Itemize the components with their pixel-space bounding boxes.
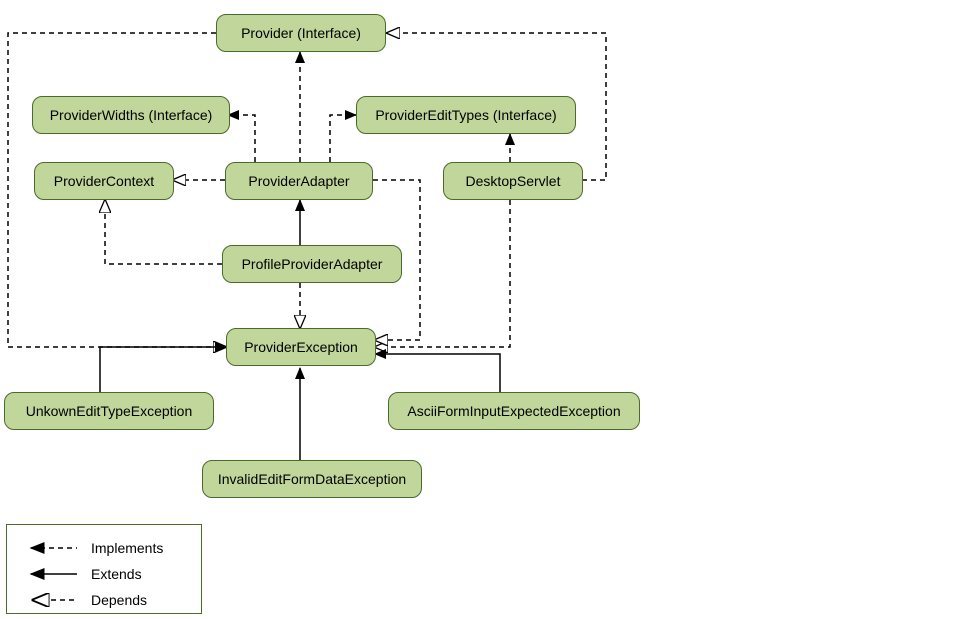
- node-label: UnkownEditTypeException: [26, 403, 193, 419]
- node-provider-edit-types: ProviderEditTypes (Interface): [356, 96, 576, 134]
- node-invalid-edit-form-data-exception: InvalidEditFormDataException: [202, 460, 422, 498]
- node-provider-widths: ProviderWidths (Interface): [32, 96, 230, 134]
- node-label: DesktopServlet: [466, 173, 561, 189]
- node-label: ProviderEditTypes (Interface): [375, 107, 556, 123]
- node-ascii-form-input-expected-exception: AsciiFormInputExpectedException: [388, 392, 640, 430]
- node-provider-exception: ProviderException: [226, 328, 376, 366]
- node-unknown-edit-type-exception: UnkownEditTypeException: [4, 392, 214, 430]
- node-provider: Provider (Interface): [216, 14, 386, 52]
- legend: Implements Extends Depends: [6, 524, 202, 614]
- legend-label: Implements: [91, 540, 163, 556]
- node-label: ProviderAdapter: [248, 173, 349, 189]
- node-label: InvalidEditFormDataException: [218, 471, 406, 487]
- legend-row-extends: Extends: [21, 561, 187, 587]
- node-provider-adapter: ProviderAdapter: [225, 162, 373, 200]
- legend-row-implements: Implements: [21, 535, 187, 561]
- legend-line-implements-icon: [21, 541, 77, 555]
- legend-line-depends-icon: [21, 593, 77, 607]
- node-label: Provider (Interface): [241, 25, 361, 41]
- legend-row-depends: Depends: [21, 587, 187, 613]
- node-label: AsciiFormInputExpectedException: [407, 403, 620, 419]
- node-desktop-servlet: DesktopServlet: [443, 162, 583, 200]
- legend-label: Extends: [91, 566, 142, 582]
- node-provider-context: ProviderContext: [34, 162, 174, 200]
- node-label: ProviderContext: [54, 173, 154, 189]
- legend-line-extends-icon: [21, 567, 77, 581]
- node-label: ProviderWidths (Interface): [50, 107, 213, 123]
- node-label: ProviderException: [244, 339, 358, 355]
- node-profile-provider-adapter: ProfileProviderAdapter: [222, 245, 402, 283]
- node-label: ProfileProviderAdapter: [242, 256, 383, 272]
- legend-label: Depends: [91, 592, 147, 608]
